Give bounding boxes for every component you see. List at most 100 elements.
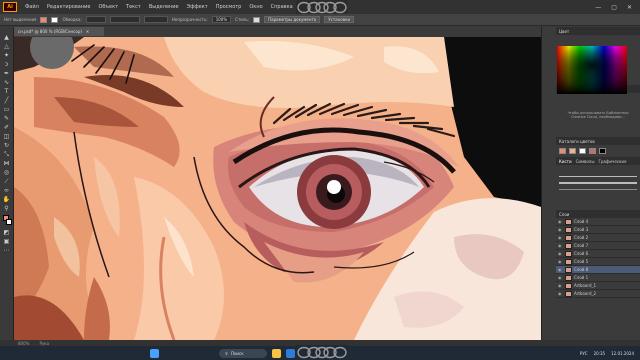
document-setup-button[interactable]: Параметры документа — [264, 16, 321, 23]
drawing-modes-icon[interactable]: ◩ — [3, 230, 11, 236]
layer-row[interactable]: ◉ Слой 7 — [556, 242, 640, 250]
swatch-catalog-title: Каталоги цветов — [556, 137, 640, 145]
eyedropper-tool-icon[interactable]: ⟋ — [3, 179, 11, 185]
layer-thumbnail — [565, 282, 572, 289]
paintbrush-tool-icon[interactable]: ✎ — [3, 116, 11, 122]
pencil-tool-icon[interactable]: ✐ — [3, 125, 11, 131]
visibility-eye-icon[interactable]: ◉ — [558, 259, 563, 264]
visibility-eye-icon[interactable]: ◉ — [558, 291, 563, 296]
selection-tool-icon[interactable]: ▲ — [3, 35, 11, 41]
more-tools-icon[interactable]: ⋯ — [3, 248, 11, 254]
layer-row-selected[interactable]: ◉ Слой 8 — [556, 266, 640, 274]
rotate-tool-icon[interactable]: ↻ — [3, 143, 11, 149]
width-tool-icon[interactable]: ⋈ — [3, 161, 11, 167]
minimize-button[interactable]: — — [595, 4, 601, 11]
close-button[interactable]: ✕ — [627, 4, 632, 11]
style-swatch[interactable] — [253, 16, 261, 23]
visibility-eye-icon[interactable]: ◉ — [558, 267, 563, 272]
tab-graphic-styles[interactable]: Графические — [599, 159, 627, 164]
menu-select[interactable]: Выделение — [145, 4, 183, 10]
language-indicator[interactable]: РУС — [580, 351, 588, 356]
eraser-tool-icon[interactable]: ◫ — [3, 134, 11, 140]
library-note: Чтобы использовать Библиотеки Creative C… — [567, 111, 629, 119]
document-tab-close-icon[interactable]: ✕ — [86, 29, 89, 34]
brush-field[interactable] — [143, 16, 168, 23]
layer-thumbnail — [565, 250, 572, 257]
screen-mode-icon[interactable]: ▣ — [3, 239, 11, 245]
layer-row[interactable]: ◉ Artboard_2 — [556, 290, 640, 298]
menu-help[interactable]: Справка — [267, 4, 297, 10]
pen-tool-icon[interactable]: ✒ — [3, 71, 11, 77]
curvature-tool-icon[interactable]: ∿ — [3, 80, 11, 86]
visibility-eye-icon[interactable]: ◉ — [558, 251, 563, 256]
layer-row[interactable]: ◉ Слой 1 — [556, 274, 640, 282]
menu-effect[interactable]: Эффект — [183, 4, 212, 10]
menu-window[interactable]: Окно — [245, 4, 266, 10]
start-icon[interactable] — [150, 348, 159, 358]
clock-time[interactable]: 20:35 — [594, 351, 606, 356]
layer-row[interactable]: ◉ Слой 6 — [556, 250, 640, 258]
current-tool: Рука — [39, 340, 50, 346]
face-illustration — [14, 37, 541, 340]
rectangle-tool-icon[interactable]: ▭ — [3, 107, 11, 113]
magic-wand-tool-icon[interactable]: ✦ — [3, 53, 11, 59]
variable-width-field[interactable] — [109, 16, 140, 23]
preferences-button[interactable]: Установки — [324, 16, 355, 23]
stroke-width-field[interactable] — [85, 16, 106, 23]
tab-brushes[interactable]: Кисти — [559, 159, 572, 164]
zoom-tool-icon[interactable]: ⚲ — [3, 206, 11, 212]
swatch-white[interactable] — [579, 148, 586, 154]
taskbar-search[interactable]: ⚲ Поиск — [219, 348, 267, 358]
layer-thumbnail — [565, 266, 572, 273]
visibility-eye-icon[interactable]: ◉ — [558, 227, 563, 232]
style-label: Стиль: — [235, 17, 250, 22]
opacity-label: Непрозрачность: — [171, 17, 208, 22]
swatch-row — [556, 145, 640, 157]
edge-icon[interactable] — [286, 348, 295, 358]
direct-selection-tool-icon[interactable]: △ — [3, 44, 11, 50]
layer-row[interactable]: ◉ Слой 3 — [556, 226, 640, 234]
visibility-eye-icon[interactable]: ◉ — [558, 235, 563, 240]
opacity-field[interactable]: 100% — [211, 16, 232, 23]
layer-row[interactable]: ◉ Слой 5 — [556, 258, 640, 266]
menu-file[interactable]: Файл — [21, 4, 43, 10]
layer-row[interactable]: ◉ Слой 4 — [556, 218, 640, 226]
layer-thumbnail — [565, 290, 572, 297]
tab-symbols[interactable]: Символы — [576, 159, 595, 164]
lasso-tool-icon[interactable]: ↄ — [3, 62, 11, 68]
fill-stroke-swatches[interactable] — [2, 215, 12, 227]
line-tool-icon[interactable]: ╱ — [3, 98, 11, 104]
explorer-icon[interactable] — [272, 348, 281, 358]
stroke-swatch[interactable] — [51, 16, 59, 23]
fill-swatch[interactable] — [40, 16, 48, 23]
app-logo: Ai — [3, 2, 17, 12]
swatch-black[interactable] — [599, 148, 606, 154]
document-tab[interactable]: сн.psd* @ 800 % (RGB/Сенсор) ✕ — [14, 27, 104, 36]
visibility-eye-icon[interactable]: ◉ — [558, 243, 563, 248]
zoom-level[interactable]: 800% — [18, 341, 29, 346]
color-panel-title: Цвет — [556, 27, 640, 35]
visibility-eye-icon[interactable]: ◉ — [558, 275, 563, 280]
layer-row[interactable]: ◉ Artboard_1 — [556, 282, 640, 290]
menu-edit[interactable]: Редактирование — [43, 4, 95, 10]
layer-row[interactable]: ◉ Слой 2 — [556, 234, 640, 242]
color-spectrum-picker[interactable] — [557, 46, 627, 94]
clock-date[interactable]: 12.01.2024 — [611, 351, 634, 356]
type-tool-icon[interactable]: T — [3, 89, 11, 95]
menu-object[interactable]: Объект — [94, 4, 122, 10]
blend-tool-icon[interactable]: ∞ — [3, 188, 11, 194]
shape-builder-tool-icon[interactable]: ◎ — [3, 170, 11, 176]
swatch-rose[interactable] — [589, 148, 596, 154]
artboard-canvas[interactable] — [14, 37, 541, 340]
system-tray: РУС 20:35 12.01.2024 — [580, 351, 640, 356]
visibility-eye-icon[interactable]: ◉ — [558, 219, 563, 224]
scale-tool-icon[interactable]: ⤡ — [3, 152, 11, 158]
menu-view[interactable]: Просмотр — [212, 4, 246, 10]
visibility-eye-icon[interactable]: ◉ — [558, 283, 563, 288]
maximize-button[interactable]: ▢ — [611, 4, 617, 11]
swatch-salmon[interactable] — [559, 148, 566, 154]
layer-thumbnail — [565, 226, 572, 233]
menu-type[interactable]: Текст — [122, 4, 145, 10]
hand-tool-icon[interactable]: ✋ — [3, 197, 11, 203]
swatch-skin[interactable] — [569, 148, 576, 154]
